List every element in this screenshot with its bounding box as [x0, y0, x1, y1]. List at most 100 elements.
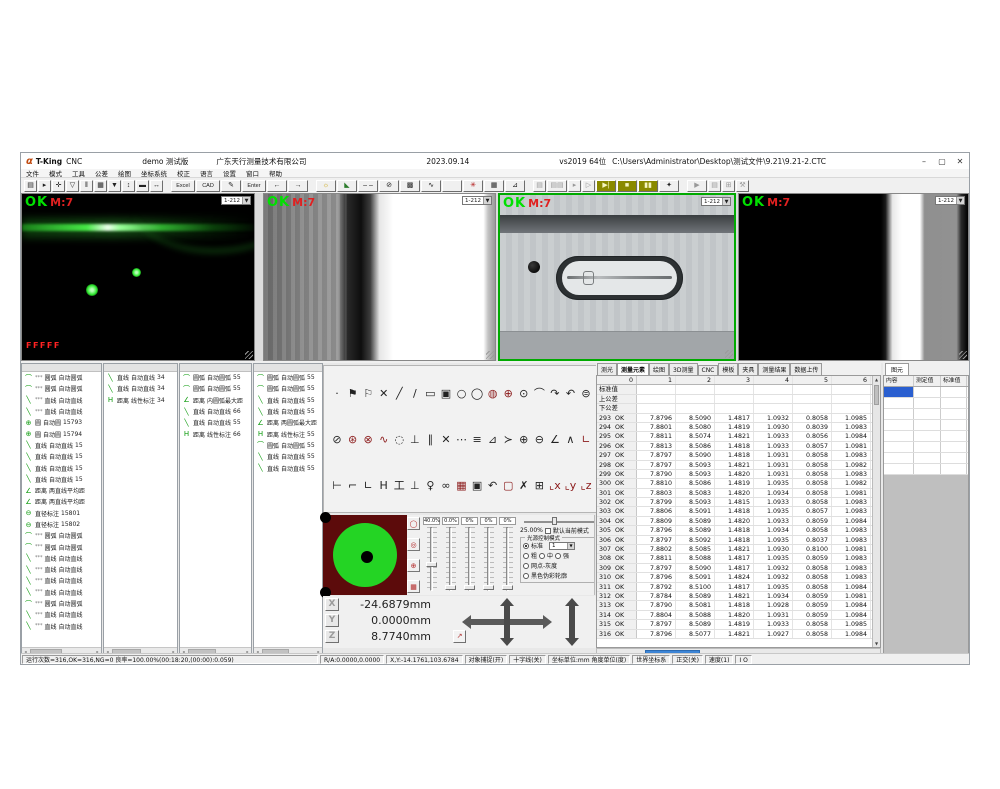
tool-circle-cross-icon[interactable]: ⊕: [501, 386, 515, 400]
element-item[interactable]: ╲直线自动直线15: [22, 474, 101, 485]
result-row[interactable]: 295OK7.88118.50741.48211.09330.80561.098…: [597, 432, 880, 441]
status-segment-6[interactable]: 世界坐标系: [632, 655, 670, 664]
checker-pattern-button[interactable]: ▩: [400, 180, 420, 192]
element-property-table[interactable]: 内容测定值标准值: [883, 375, 969, 656]
run-start-button[interactable]: ▶|: [596, 180, 616, 192]
element-item[interactable]: ⌒圆弧自动圆弧55: [254, 383, 322, 394]
v-scrollbar[interactable]: ▲▼: [872, 376, 880, 647]
radio-黑色伪彩轮廓[interactable]: [523, 573, 529, 579]
run-pause-button[interactable]: ▮▮: [638, 180, 658, 192]
step-back-button[interactable]: ←: [267, 180, 287, 192]
slider-thumb[interactable]: [445, 585, 456, 590]
blank-tool-button[interactable]: [442, 180, 462, 192]
light-slider-5[interactable]: 0%: [499, 517, 516, 593]
tool-copy-icon[interactable]: ▣: [470, 478, 484, 492]
slider-track[interactable]: [480, 527, 497, 591]
probe-pair-button[interactable]: ‖: [80, 180, 93, 192]
open-program-button[interactable]: ▸: [38, 180, 51, 192]
property-row[interactable]: [884, 442, 968, 453]
status-segment-5[interactable]: 坐标单位:mm 角度单位(度): [548, 655, 630, 664]
tool-ellipse-icon[interactable]: ⊜: [579, 386, 593, 400]
light-slider-1[interactable]: 40.0%: [423, 517, 440, 593]
z-jog-control[interactable]: [565, 604, 579, 640]
result-row[interactable]: 311OK7.87928.51001.48171.09350.80581.098…: [597, 583, 880, 592]
result-row[interactable]: 300OK7.88108.50861.48191.09350.80581.098…: [597, 479, 880, 488]
tab-绘图[interactable]: 绘图: [649, 363, 669, 375]
status-segment-8[interactable]: 速度(1): [705, 655, 734, 664]
element-item[interactable]: H距离线性标注66: [180, 428, 251, 439]
element-item[interactable]: ⌒***圆弧自动圆弧: [22, 372, 101, 383]
element-item[interactable]: ∠距离两直线平均距: [22, 485, 101, 496]
property-row[interactable]: [884, 431, 968, 442]
tool-multipoint-icon[interactable]: ⋯: [455, 432, 469, 446]
resize-grip[interactable]: [486, 351, 494, 359]
tool-arc-scan2-icon[interactable]: ↶: [563, 386, 577, 400]
tool-beam-dim-icon[interactable]: 工: [392, 478, 406, 492]
save-disabled-button[interactable]: ▤: [708, 180, 721, 192]
tab-测光[interactable]: 测光: [597, 363, 617, 375]
minimize-button[interactable]: –: [915, 154, 933, 168]
element-item[interactable]: ⊖直径标注15801: [22, 508, 101, 519]
laser-star-button[interactable]: ✳: [463, 180, 483, 192]
tab-CNC[interactable]: CNC: [698, 365, 719, 375]
diagonal-jog-button[interactable]: ↗: [453, 630, 466, 643]
menu-0[interactable]: 文件: [21, 168, 44, 178]
stage-updown-button[interactable]: ↕: [122, 180, 135, 192]
tool-point-icon[interactable]: ·: [330, 386, 344, 400]
element-item[interactable]: ╲***直线自动直线: [22, 587, 101, 598]
element-item[interactable]: ⊕圆自动圆15794: [22, 428, 101, 439]
tool-pin-locator-icon[interactable]: ♀: [423, 478, 437, 492]
save-result-button[interactable]: ▤: [533, 180, 546, 192]
ring-all-button[interactable]: ◯: [407, 517, 420, 530]
ring-grid-button[interactable]: ▦: [407, 580, 420, 593]
camera-view-2[interactable]: OKM:7 1-212▼: [263, 193, 496, 361]
element-item[interactable]: ╲***直线自动直线: [22, 575, 101, 586]
camera-view-1[interactable]: FFFFF OKM:7 1-212▼: [21, 193, 255, 361]
magnifier-button[interactable]: ⊘: [379, 180, 399, 192]
tab-element[interactable]: 图元: [885, 363, 909, 375]
play-disabled-button[interactable]: ▶: [687, 180, 707, 192]
element-item[interactable]: ╲直线自动直线15: [22, 451, 101, 462]
element-item[interactable]: ⌒***圆弧自动圆弧: [22, 541, 101, 552]
slider-thumb[interactable]: [464, 585, 475, 590]
element-item[interactable]: ∠距离两圆弧最大距: [254, 417, 322, 428]
menu-10[interactable]: 帮助: [264, 168, 287, 178]
result-row[interactable]: 293OK7.87968.50901.48171.09320.80581.098…: [597, 414, 880, 423]
result-row[interactable]: 303OK7.88068.50911.48181.09350.80571.098…: [597, 507, 880, 516]
light-slider-3[interactable]: 0%: [461, 517, 478, 593]
tool-coord-x-icon[interactable]: ⌞x: [548, 478, 562, 492]
tool-contour-icon[interactable]: ◌: [392, 432, 406, 446]
run-stop-button[interactable]: ■: [617, 180, 637, 192]
export-cad-button[interactable]: CAD: [196, 180, 220, 192]
light-slider-2[interactable]: 0.0%: [442, 517, 459, 593]
result-row[interactable]: 301OK7.88038.50831.48201.09340.80581.098…: [597, 489, 880, 498]
element-item[interactable]: ╲***直线自动直线: [22, 406, 101, 417]
minus-minus-button[interactable]: – –: [358, 180, 378, 192]
element-item[interactable]: ╲***直线自动直线: [22, 553, 101, 564]
step-forward-button[interactable]: →: [288, 180, 308, 192]
element-item[interactable]: ⌒圆弧自动圆弧55: [180, 383, 251, 394]
mode-number-select[interactable]: 1▼: [549, 542, 575, 550]
radio-强[interactable]: [555, 553, 561, 559]
slider-track[interactable]: [442, 527, 459, 591]
tool-angle-corner-icon[interactable]: ∟: [579, 432, 593, 446]
tab-测量元素[interactable]: 测量元素: [617, 363, 649, 375]
draw-pen-button[interactable]: ✎: [221, 180, 241, 192]
element-item[interactable]: ∠距离两直线平均距: [22, 496, 101, 507]
video-block2-button[interactable]: ▬: [136, 180, 149, 192]
radio-粗[interactable]: [523, 553, 529, 559]
tool-curve-wave-icon[interactable]: ∿: [377, 432, 391, 446]
tool-angle-dim2-icon[interactable]: ∟: [361, 478, 375, 492]
tab-数据上传[interactable]: 数据上传: [790, 363, 822, 375]
radio-网点-灰度[interactable]: [523, 563, 529, 569]
tool-width-dim-icon[interactable]: ⊢: [330, 478, 344, 492]
edge-down-button[interactable]: ▼: [108, 180, 121, 192]
tool-circle-pair-a-icon[interactable]: ⊕: [517, 432, 531, 446]
tab-夹具[interactable]: 夹具: [738, 363, 758, 375]
element-item[interactable]: ╲直线自动直线55: [180, 417, 251, 428]
play-single-button[interactable]: ▷: [582, 180, 595, 192]
menu-2[interactable]: 工具: [67, 168, 90, 178]
save-measure-button[interactable]: ▤: [24, 180, 37, 192]
element-item[interactable]: ⊕圆自动圆15793: [22, 417, 101, 428]
probe-down-button[interactable]: ▽: [66, 180, 79, 192]
